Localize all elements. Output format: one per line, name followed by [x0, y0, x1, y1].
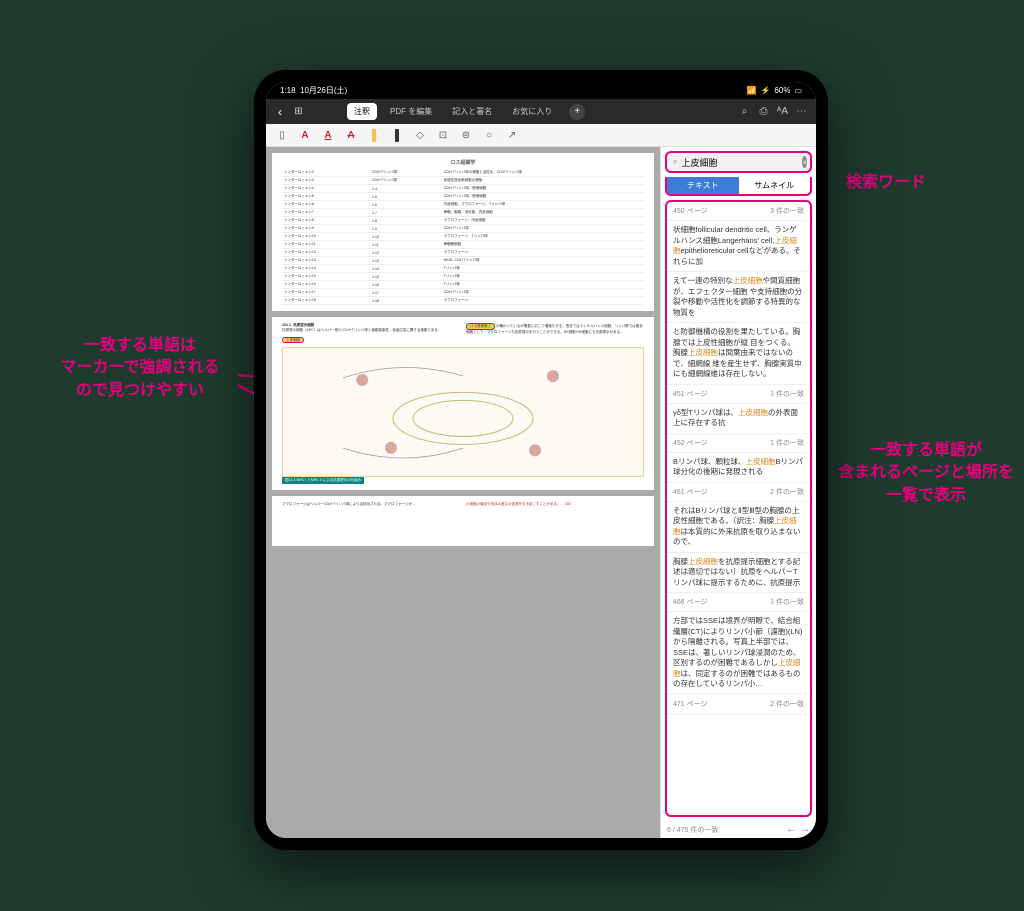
pen-tool[interactable] — [366, 127, 382, 143]
grid-icon[interactable]: ⊞ — [292, 106, 305, 117]
battery-icon: ▭ — [794, 86, 802, 95]
doc-title: ロス組織学 — [282, 159, 644, 166]
text-a-red[interactable]: A — [297, 127, 313, 143]
annotation-toolbar: ▯ A A A ◇ ⊡ ⊜ ○ ↗ — [266, 124, 816, 147]
search-input[interactable] — [681, 157, 798, 167]
pdf-page-3: マクロファージはヘルパーCD4+Tリンパ球により活性化される。マクロファージが…… — [272, 496, 654, 546]
highlight-marker-1: ロス提細胞上 — [466, 323, 495, 330]
tab-annotations[interactable]: 注釈 — [347, 103, 377, 120]
annotation-results: 一致する単語が 含まれるページと場所を 一覧で表示 — [836, 440, 1016, 507]
highlighter-tool[interactable] — [389, 127, 405, 143]
more-icon[interactable]: ⋯ — [795, 106, 808, 117]
figure-diagram — [282, 347, 644, 477]
page-layout-icon[interactable]: ▯ — [274, 127, 290, 143]
arrow-tool[interactable]: ↗ — [504, 127, 520, 143]
text-box-tool[interactable]: ⊡ — [435, 127, 451, 143]
ipad-frame: 1:18 10月26日(土) 📶 ⚡ 60% ▭ ‹ ⊞ 注釈 PDF を編集 … — [254, 70, 828, 850]
tab-favorites[interactable]: お気に入り — [505, 103, 559, 120]
clear-search-button[interactable]: × — [802, 156, 807, 168]
next-result-button[interactable]: → — [800, 824, 810, 835]
text-a-underline[interactable]: A — [320, 127, 336, 143]
magnifier-icon: ⌕ — [673, 157, 677, 167]
status-bar: 1:18 10月26日(土) 📶 ⚡ 60% ▭ — [266, 82, 816, 99]
tab-fill-sign[interactable]: 記入と署名 — [445, 103, 499, 120]
note-tool[interactable]: ⊜ — [458, 127, 474, 143]
segment-thumbnail[interactable]: サムネイル — [739, 177, 811, 194]
wifi-icon: ⚡ — [760, 86, 770, 95]
screen: 1:18 10月26日(土) 📶 ⚡ 60% ▭ ‹ ⊞ 注釈 PDF を編集 … — [266, 82, 816, 838]
prev-result-button[interactable]: ← — [786, 824, 796, 835]
text-size-icon[interactable]: ᴬA — [776, 106, 789, 117]
annotation-left: 一致する単語は マーカーで強調される ので見つけやすい — [40, 335, 240, 402]
results-footer: 6 / 475 件の一致 ← → — [661, 821, 816, 838]
top-toolbar: ‹ ⊞ 注釈 PDF を編集 記入と署名 お気に入り + ⌕ ⎙ ᴬA ⋯ — [266, 99, 816, 124]
bookmark-icon[interactable]: ⎙ — [757, 106, 770, 117]
search-results-list[interactable]: 450 ページ3 件の一致状細胞follicular dendritic cel… — [665, 200, 812, 817]
tab-edit-pdf[interactable]: PDF を編集 — [383, 103, 439, 120]
add-tab-button[interactable]: + — [569, 104, 585, 120]
signal-icon: 📶 — [746, 86, 756, 95]
circle-tool[interactable]: ○ — [481, 127, 497, 143]
interleukin-table: インターロイキン2CD4+Tリンパ球CD4+Tリンパ球の増殖と活性化、CD4+T… — [282, 169, 644, 305]
highlight-marker-2: 上皮細胞 — [282, 337, 304, 344]
text-a-strike[interactable]: A — [343, 127, 359, 143]
figure-caption: 図14-4 MHC I とMHC II による抗原提示の仕組み — [282, 477, 364, 484]
pdf-page-1: ロス組織学 インターロイキン2CD4+Tリンパ球CD4+Tリンパ球の増殖と活性化… — [272, 153, 654, 311]
search-icon[interactable]: ⌕ — [738, 106, 751, 117]
segment-text[interactable]: テキスト — [667, 177, 739, 194]
search-sidebar: ⌕ × テキスト サムネイル 450 ページ3 件の一致状細胞follicula… — [660, 147, 816, 838]
pdf-page-2: 454 C. 抗原提示細胞 抗原提示細胞（APC）はヘルパー型の CD4+Tリン… — [272, 317, 654, 490]
search-field-wrapper: ⌕ × — [665, 151, 812, 173]
annotation-search-word: 検索ワード — [846, 172, 926, 194]
search-segment: テキスト サムネイル — [665, 177, 812, 196]
document-viewport[interactable]: ロス組織学 インターロイキン2CD4+Tリンパ球CD4+Tリンパ球の増殖と活性化… — [266, 147, 660, 838]
back-button[interactable]: ‹ — [274, 105, 286, 119]
eraser-tool[interactable]: ◇ — [412, 127, 428, 143]
